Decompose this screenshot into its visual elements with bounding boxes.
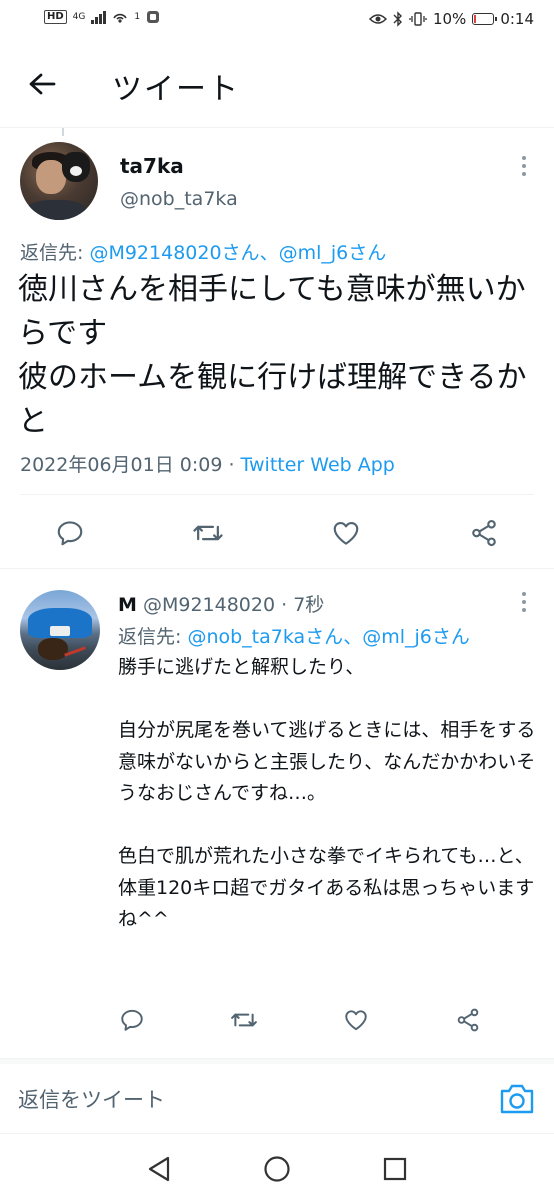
bluetooth-icon: [393, 11, 402, 27]
eye-comfort-icon: [368, 14, 387, 24]
reply-prefix: 返信先:: [20, 242, 90, 264]
mention-link[interactable]: @ml_j6さん: [279, 242, 387, 264]
like-icon: [333, 521, 359, 545]
reply-prefix: 返信先:: [118, 626, 188, 648]
mention-separator: 、: [343, 626, 363, 648]
recents-square-icon: [383, 1157, 407, 1181]
reply-context: 返信先: @nob_ta7kaさん、@ml_j6さん: [118, 622, 470, 649]
nav-recents-button[interactable]: [380, 1154, 410, 1184]
top-header: ツイート: [0, 40, 554, 128]
nav-home-button[interactable]: [262, 1154, 292, 1184]
camera-button[interactable]: [498, 1082, 536, 1116]
back-button[interactable]: [22, 64, 62, 104]
reply-button[interactable]: [112, 1000, 152, 1040]
mention-link[interactable]: @ml_j6さん: [362, 626, 470, 648]
display-name[interactable]: M: [118, 594, 137, 616]
vibrate-icon: [409, 12, 427, 26]
retweet-button[interactable]: [224, 1000, 264, 1040]
clock: 0:14: [500, 10, 534, 28]
battery-icon: [472, 13, 498, 25]
reply-context: 返信先: @M92148020さん、@ml_j6さん: [20, 238, 386, 265]
divider: [20, 494, 534, 495]
notification-count: 1: [134, 11, 141, 22]
share-icon: [472, 519, 496, 547]
nav-back-button[interactable]: [144, 1154, 174, 1184]
arrow-left-icon: [29, 73, 56, 95]
reply-tweet-header: M @M92148020 · 7秒: [118, 590, 324, 617]
retweet-icon: [231, 1013, 257, 1027]
reply-icon: [121, 1009, 143, 1031]
network-type: 4G: [72, 11, 86, 22]
network-hd-badge: HD: [44, 10, 67, 24]
user-handle[interactable]: @nob_ta7ka: [120, 188, 238, 210]
app-notification-icon: [147, 11, 160, 23]
like-button[interactable]: [326, 513, 366, 553]
status-right: 10% 0:14: [368, 10, 534, 28]
retweet-button[interactable]: [188, 513, 228, 553]
reply-icon: [57, 521, 83, 546]
share-icon: [457, 1008, 479, 1032]
wifi-hotspot-icon: [113, 13, 128, 23]
user-handle[interactable]: @M92148020: [143, 594, 275, 616]
display-name[interactable]: ta7ka: [120, 154, 184, 178]
retweet-icon: [193, 525, 223, 541]
avatar[interactable]: [20, 142, 98, 220]
mention-separator: 、: [259, 242, 279, 264]
back-triangle-icon: [148, 1156, 170, 1182]
tweet-actions: [112, 1000, 488, 1040]
tweet-text: 徳川さんを相手にしても意味が無いからです 彼のホームを観に行けば理解できるかと: [18, 272, 527, 439]
reply-input[interactable]: [18, 1082, 478, 1118]
like-icon: [345, 1010, 367, 1031]
tweet-actions: [50, 513, 504, 553]
tweet-timestamp[interactable]: 2022年06月01日 0:09: [20, 454, 222, 476]
meta-separator: ·: [222, 454, 241, 476]
divider: [0, 568, 554, 569]
thread-connector-line: [62, 128, 64, 136]
system-nav-bar: [0, 1134, 554, 1200]
status-left: HD 4G 1: [44, 10, 160, 24]
like-button[interactable]: [336, 1000, 376, 1040]
reply-compose-bar: [0, 1064, 554, 1134]
status-bar: HD 4G 1 10% 0:14: [0, 0, 554, 40]
tweet-meta: 2022年06月01日 0:09 · Twitter Web App: [20, 450, 395, 477]
tweet-text: 勝手に逃げたと解釈したり、 自分が尻尾を巻いて逃げるときには、相手をする意味がな…: [118, 656, 536, 930]
share-button[interactable]: [448, 1000, 488, 1040]
mention-link[interactable]: @nob_ta7kaさん: [187, 626, 343, 648]
avatar[interactable]: [20, 590, 100, 670]
mention-link[interactable]: @M92148020さん: [89, 242, 259, 264]
more-options-icon[interactable]: [514, 154, 534, 178]
source-app-link[interactable]: Twitter Web App: [241, 454, 395, 476]
share-button[interactable]: [464, 513, 504, 553]
time-separator: ·: [275, 594, 294, 616]
page-title: ツイート: [112, 72, 240, 107]
relative-time[interactable]: 7秒: [293, 594, 324, 616]
camera-icon: [500, 1084, 534, 1114]
reply-button[interactable]: [50, 513, 90, 553]
more-options-icon[interactable]: [514, 590, 534, 614]
battery-percent: 10%: [432, 10, 467, 28]
home-circle-icon: [264, 1156, 290, 1182]
signal-icon: [91, 10, 107, 24]
